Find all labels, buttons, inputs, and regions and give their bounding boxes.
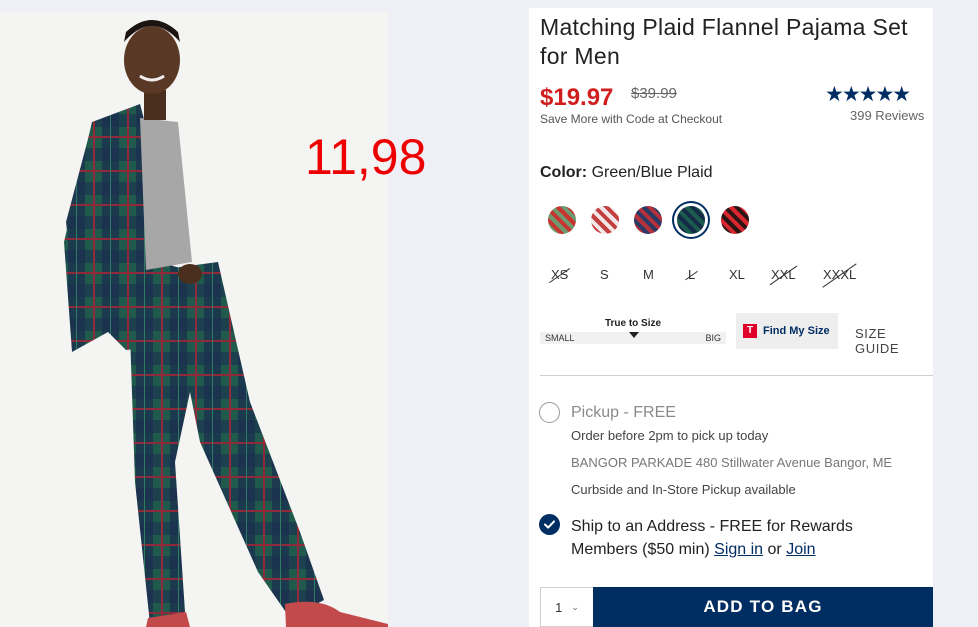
quantity-select[interactable]: 1 ⌄ <box>540 587 593 627</box>
fit-marker-icon <box>629 332 639 338</box>
product-photo-image <box>64 20 388 627</box>
color-swatch-green-blue-plaid[interactable] <box>677 206 705 234</box>
chevron-down-icon: ⌄ <box>571 601 579 612</box>
color-heading: Color: <box>540 164 588 181</box>
divider <box>540 375 933 376</box>
size-option-xxl[interactable]: XXL <box>771 267 796 282</box>
size-guide-link[interactable]: SIZE GUIDE <box>855 326 933 356</box>
color-swatch-red-white-plaid[interactable] <box>591 206 619 234</box>
size-option-xxxl[interactable]: XXXL <box>823 267 856 282</box>
find-my-size-button[interactable]: T Find My Size <box>736 313 838 349</box>
rating-stars-icon[interactable]: ★★★★★ <box>825 82 911 107</box>
pickup-cutoff: Order before 2pm to pick up today <box>571 428 769 443</box>
quantity-value: 1 <box>555 599 563 615</box>
fit-small-label: SMALL <box>545 333 575 343</box>
size-option-m[interactable]: M <box>643 267 654 282</box>
sign-in-link[interactable]: Sign in <box>714 541 763 558</box>
add-to-bag-button[interactable]: ADD TO BAG <box>593 587 933 627</box>
size-option-xs[interactable]: XS <box>551 267 568 282</box>
original-price: $39.99 <box>631 85 677 102</box>
size-option-l[interactable]: L <box>688 267 695 282</box>
tape-measure-icon: T <box>743 324 757 338</box>
product-title: Matching Plaid Flannel Pajama Set for Me… <box>540 14 908 69</box>
color-swatch-navy-red-plaid[interactable] <box>634 206 662 234</box>
pickup-title: Pickup - FREE <box>571 404 676 421</box>
product-info-panel: Matching Plaid Flannel Pajama Set for Me… <box>529 8 933 627</box>
overlay-price-annotation: 11,98 <box>305 129 427 185</box>
pickup-store[interactable]: BANGOR PARKADE 480 Stillwater Avenue Ban… <box>571 455 892 470</box>
store-address: 480 Stillwater Avenue Bangor, ME <box>695 455 893 470</box>
join-link[interactable]: Join <box>786 541 815 558</box>
ship-or: or <box>767 541 782 558</box>
ship-radio[interactable] <box>539 514 560 535</box>
pickup-availability: Curbside and In-Store Pickup available <box>571 482 796 497</box>
selected-color: Green/Blue Plaid <box>591 164 713 181</box>
checkmark-icon <box>544 520 555 529</box>
store-name: BANGOR PARKADE <box>571 455 693 470</box>
sale-price: $19.97 <box>540 84 614 111</box>
color-label: Color: Green/Blue Plaid <box>540 164 713 182</box>
color-swatch-red-green-plaid[interactable] <box>548 206 576 234</box>
fit-big-label: BIG <box>705 333 721 343</box>
find-my-size-label: Find My Size <box>763 325 830 337</box>
fit-indicator: True to Size SMALL BIG <box>540 318 726 344</box>
pickup-radio[interactable] <box>539 402 560 423</box>
size-option-s[interactable]: S <box>600 267 609 282</box>
color-swatch-red-black-plaid[interactable] <box>721 206 749 234</box>
promo-text: Save More with Code at Checkout <box>540 112 723 126</box>
size-option-xl[interactable]: XL <box>729 267 745 282</box>
ship-option: Ship to an Address - FREE for Rewards Me… <box>571 515 921 561</box>
product-photo[interactable] <box>0 12 388 627</box>
reviews-link[interactable]: 399 Reviews <box>850 108 924 123</box>
fit-title: True to Size <box>604 318 662 329</box>
